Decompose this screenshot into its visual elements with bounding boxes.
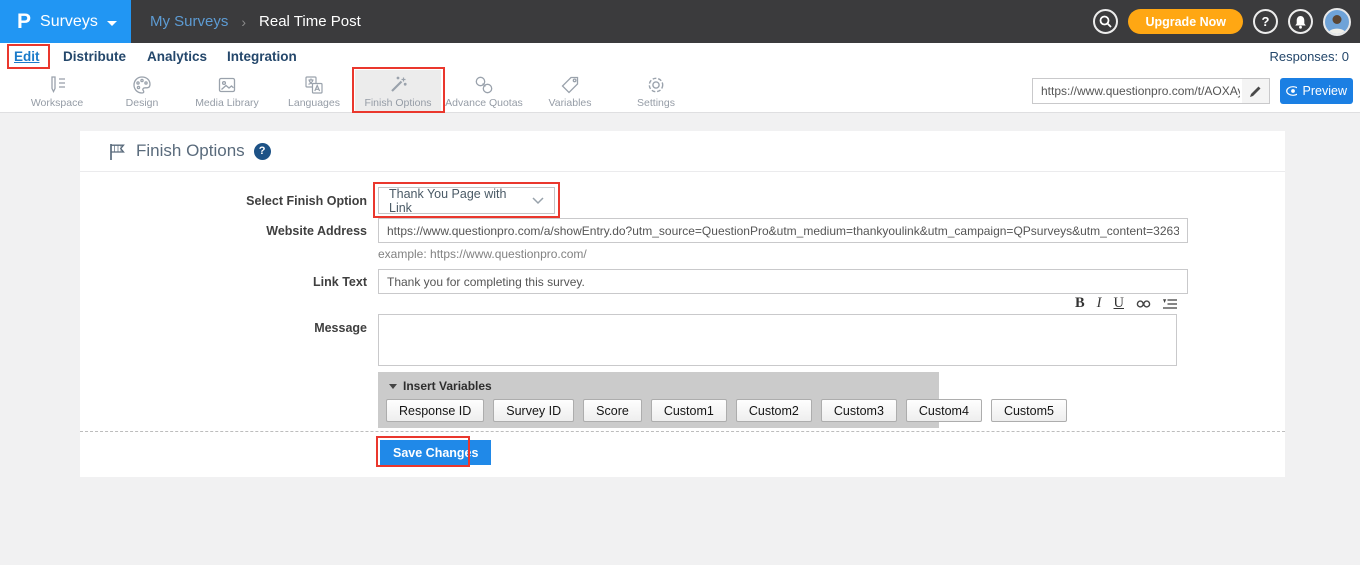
finish-option-selected-value: Thank You Page with Link (389, 187, 532, 215)
message-textarea[interactable] (378, 314, 1177, 366)
variable-response-id-button[interactable]: Response ID (386, 399, 484, 422)
link-text-label: Link Text (80, 275, 367, 289)
insert-variables-label: Insert Variables (403, 379, 492, 393)
edit-url-button[interactable] (1242, 79, 1269, 103)
search-button[interactable] (1093, 9, 1118, 34)
media-library-icon (216, 74, 238, 96)
tab-analytics[interactable]: Analytics (147, 43, 207, 69)
flag-icon (108, 142, 127, 161)
toolbar-label: Advance Quotas (445, 97, 523, 109)
website-address-input[interactable] (378, 218, 1188, 243)
variable-score-button[interactable]: Score (583, 399, 642, 422)
survey-nav: Edit Distribute Analytics Integration Re… (0, 43, 1360, 71)
finish-option-select[interactable]: Thank You Page with Link (378, 187, 555, 214)
toolbar-item-settings[interactable]: Settings (613, 70, 699, 112)
toolbar-label: Workspace (31, 97, 83, 109)
save-changes-button[interactable]: Save Changes (380, 440, 491, 465)
chevron-down-icon (532, 197, 544, 205)
settings-icon (645, 74, 667, 96)
panel-header: Finish Options ? (80, 131, 1285, 172)
survey-url-input[interactable] (1033, 84, 1242, 98)
breadcrumb-separator-icon: › (241, 14, 246, 30)
variable-survey-id-button[interactable]: Survey ID (493, 399, 574, 422)
tab-edit[interactable]: Edit (14, 43, 40, 69)
toolbar-item-workspace[interactable]: Workspace (14, 70, 100, 112)
tab-distribute[interactable]: Distribute (63, 43, 126, 69)
advance-quotas-icon (473, 74, 495, 96)
insert-variables-panel: Insert Variables Response ID Survey ID S… (378, 372, 939, 428)
caret-down-icon (107, 21, 117, 26)
breadcrumb: My Surveys › Real Time Post (150, 0, 361, 43)
product-name: Surveys (40, 13, 98, 31)
eye-icon (1286, 86, 1297, 96)
toolbar-item-design[interactable]: Design (99, 70, 185, 112)
toolbar-label: Languages (288, 97, 340, 109)
edit-toolbar: Workspace Design Media Library Languages… (0, 70, 1360, 113)
variable-custom5-button[interactable]: Custom5 (991, 399, 1067, 422)
website-address-label: Website Address (80, 224, 367, 238)
top-header: P Surveys My Surveys › Real Time Post Up… (0, 0, 1360, 43)
finish-options-panel: Finish Options ? Select Finish Option Th… (80, 131, 1285, 477)
avatar[interactable] (1323, 8, 1351, 36)
finish-options-help-button[interactable]: ? (254, 143, 271, 160)
preview-label: Preview (1303, 84, 1347, 98)
align-button[interactable] (1163, 298, 1177, 310)
tab-integration[interactable]: Integration (227, 43, 297, 69)
insert-link-button[interactable] (1136, 298, 1151, 310)
breadcrumb-current: Real Time Post (259, 13, 361, 30)
caret-down-icon (389, 384, 397, 389)
user-photo-icon (1325, 11, 1349, 35)
question-icon: ? (1262, 14, 1270, 29)
toolbar-item-languages[interactable]: Languages (271, 70, 357, 112)
workspace-icon (46, 74, 68, 96)
select-finish-option-label: Select Finish Option (80, 194, 367, 208)
page-title: Finish Options (136, 141, 245, 161)
languages-icon (303, 74, 325, 96)
variable-custom3-button[interactable]: Custom3 (821, 399, 897, 422)
help-button[interactable]: ? (1253, 9, 1278, 34)
header-actions: Upgrade Now ? (1093, 0, 1351, 43)
toolbar-label: Variables (549, 97, 592, 109)
toolbar-item-variables[interactable]: Variables (527, 70, 613, 112)
website-example-text: example: https://www.questionpro.com/ (378, 247, 587, 261)
message-format-toolbar: B I U (80, 295, 1177, 312)
breadcrumb-my-surveys[interactable]: My Surveys (150, 13, 228, 30)
toolbar-label: Design (126, 97, 159, 109)
insert-variables-toggle[interactable]: Insert Variables (378, 372, 939, 393)
align-icon (1163, 298, 1177, 310)
toolbar-label: Settings (637, 97, 675, 109)
section-divider (80, 431, 1285, 432)
variable-custom2-button[interactable]: Custom2 (736, 399, 812, 422)
link-text-input[interactable] (378, 269, 1188, 294)
variable-custom4-button[interactable]: Custom4 (906, 399, 982, 422)
variables-icon (559, 74, 581, 96)
upgrade-now-button[interactable]: Upgrade Now (1128, 9, 1243, 34)
toolbar-label: Finish Options (364, 97, 431, 109)
toolbar-label: Media Library (195, 97, 259, 109)
survey-url-field (1032, 78, 1270, 104)
toolbar-item-finish-options[interactable]: Finish Options (355, 70, 441, 112)
link-icon (1136, 298, 1151, 310)
preview-button[interactable]: Preview (1280, 78, 1353, 104)
bell-icon (1294, 15, 1307, 29)
variable-buttons: Response ID Survey ID Score Custom1 Cust… (378, 393, 939, 422)
search-icon (1099, 15, 1112, 28)
finish-options-icon (387, 74, 409, 96)
questionpro-logo: P (17, 11, 31, 32)
responses-count: Responses: 0 (1270, 43, 1350, 69)
message-label: Message (80, 321, 367, 335)
notifications-button[interactable] (1288, 9, 1313, 34)
toolbar-item-advance-quotas[interactable]: Advance Quotas (441, 70, 527, 112)
product-switcher[interactable]: P Surveys (0, 0, 131, 43)
italic-button[interactable]: I (1097, 296, 1102, 311)
toolbar-item-media-library[interactable]: Media Library (184, 70, 270, 112)
design-icon (131, 74, 153, 96)
variable-custom1-button[interactable]: Custom1 (651, 399, 727, 422)
bold-button[interactable]: B (1075, 296, 1085, 311)
edit-pencil-icon (1249, 85, 1262, 98)
underline-button[interactable]: U (1114, 296, 1124, 311)
